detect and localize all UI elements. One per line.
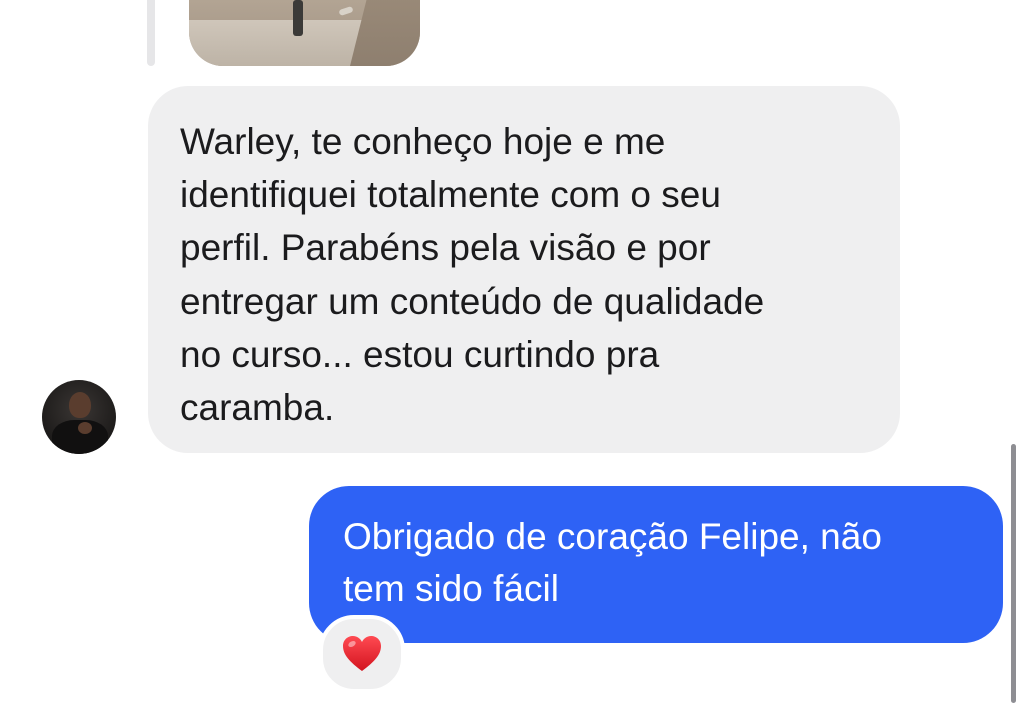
- scrollbar[interactable]: [1011, 444, 1016, 703]
- avatar-hand: [78, 422, 92, 434]
- attachment-wall: [350, 0, 420, 66]
- attachment-object: [293, 0, 303, 36]
- sender-avatar[interactable]: [42, 380, 116, 454]
- red-heart-icon: [343, 636, 381, 671]
- received-message-text: Warley, te conheço hoje e me identifique…: [180, 121, 765, 429]
- image-attachment[interactable]: [189, 0, 420, 66]
- received-message-bubble[interactable]: Warley, te conheço hoje e me identifique…: [148, 86, 900, 453]
- sent-message-text: Obrigado de coração Felipe, não tem sido…: [343, 516, 882, 609]
- sent-message-bubble[interactable]: Obrigado de coração Felipe, não tem sido…: [309, 486, 1003, 643]
- attachment-item: [338, 5, 354, 17]
- avatar-head: [69, 392, 91, 418]
- reply-quote-bar: [147, 0, 155, 66]
- chat-thread[interactable]: Warley, te conheço hoje e me identifique…: [0, 0, 1024, 703]
- message-reaction[interactable]: [319, 615, 405, 693]
